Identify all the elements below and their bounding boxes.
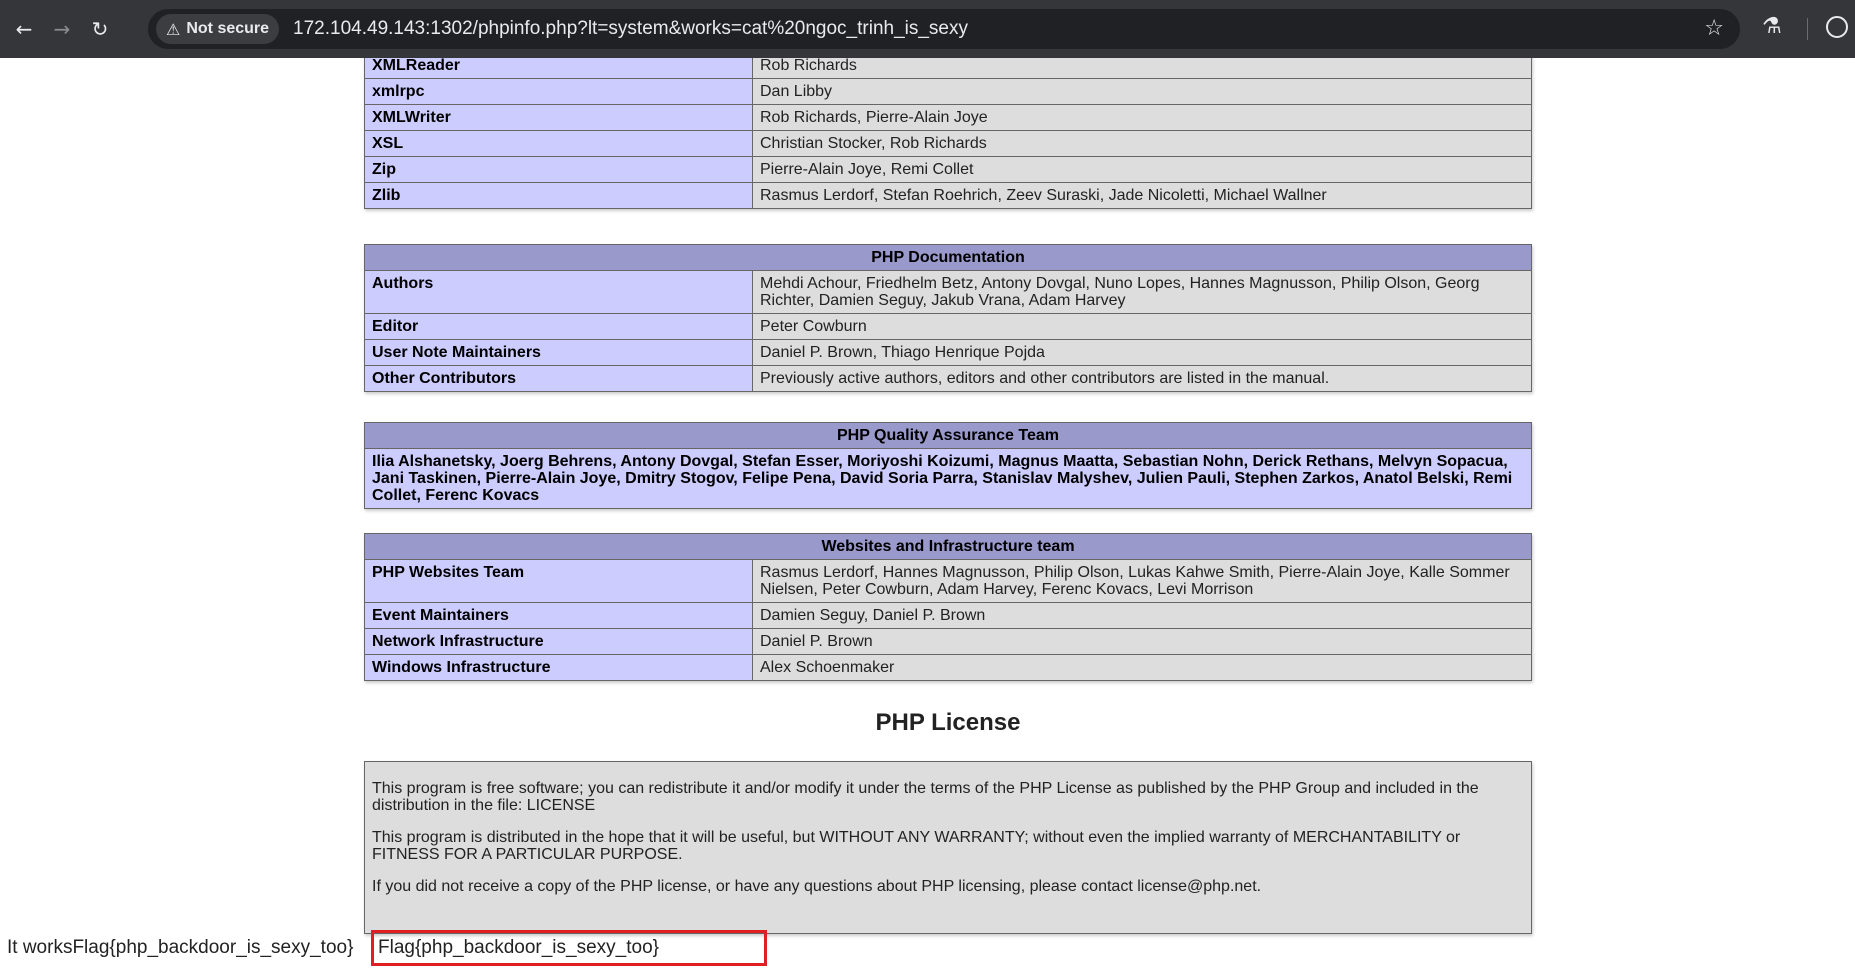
credit-value: Rob Richards	[752, 58, 1532, 79]
documentation-value: Mehdi Achour, Friedhelm Betz, Antony Dov…	[752, 270, 1532, 314]
credit-value: Christian Stocker, Rob Richards	[752, 130, 1532, 157]
websites-label: PHP Websites Team	[364, 559, 753, 603]
table-row: Zlib Rasmus Lerdorf, Stefan Roehrich, Zee…	[364, 182, 1532, 209]
license-title: PHP License	[875, 709, 1021, 736]
credit-label: Zlib	[364, 182, 753, 209]
documentation-label: Authors	[364, 270, 753, 314]
table-row: XSL Christian Stocker, Rob Richards	[364, 130, 1532, 157]
url-text[interactable]: 172.104.49.143:1302/phpinfo.php?lt=syste…	[293, 18, 968, 40]
credit-value: Dan Libby	[752, 78, 1532, 105]
credit-label: XMLReader	[364, 58, 753, 79]
qa-section: PHP Quality Assurance Team Ilia Alshanet…	[364, 422, 1532, 509]
table-row: XMLWriter Rob Richards, Pierre-Alain Joye	[364, 104, 1532, 131]
credit-value: Pierre-Alain Joye, Remi Collet	[752, 156, 1532, 183]
table-row: xmlrpc Dan Libby	[364, 78, 1532, 105]
browser-toolbar: ← → ↻ ⚠ Not secure 172.104.49.143:1302/p…	[0, 0, 1855, 58]
license-paragraph-3: If you did not receive a copy of the PHP…	[372, 878, 1262, 895]
websites-value: Damien Seguy, Daniel P. Brown	[752, 602, 1532, 629]
table-row: Editor Peter Cowburn	[364, 313, 1532, 340]
address-bar[interactable]: ⚠ Not secure 172.104.49.143:1302/phpinfo…	[148, 9, 1740, 49]
websites-label: Event Maintainers	[364, 602, 753, 629]
documentation-label: Editor	[364, 313, 753, 340]
forward-button[interactable]: →	[48, 15, 76, 43]
documentation-heading: PHP Documentation	[364, 244, 1532, 271]
documentation-value: Peter Cowburn	[752, 313, 1532, 340]
labs-flask-icon[interactable]: ⚗	[1762, 14, 1782, 39]
reload-icon: ↻	[91, 17, 109, 41]
documentation-section: PHP Documentation Authors Mehdi Achour, F…	[364, 244, 1532, 392]
qa-members: Ilia Alshanetsky, Joerg Behrens, Antony …	[364, 448, 1532, 509]
table-row: Windows Infrastructure Alex Schoenmaker	[364, 654, 1532, 681]
arrow-left-icon: ←	[15, 17, 33, 41]
websites-label: Windows Infrastructure	[364, 654, 753, 681]
documentation-table: PHP Documentation Authors Mehdi Achour, F…	[364, 244, 1532, 392]
profile-avatar-icon[interactable]	[1826, 16, 1848, 38]
table-row: Authors Mehdi Achour, Friedhelm Betz, Ant…	[364, 270, 1532, 314]
credit-label: xmlrpc	[364, 78, 753, 105]
table-row: Zip Pierre-Alain Joye, Remi Collet	[364, 156, 1532, 183]
credits-table-tail: XMLReader Rob Richards xmlrpc Dan Libby XMLW…	[364, 58, 1532, 209]
documentation-label: Other Contributors	[364, 365, 753, 392]
license-box: This program is free software; you can r…	[364, 761, 1532, 934]
credit-value: Rasmus Lerdorf, Stefan Roehrich, Zeev Su…	[752, 182, 1532, 209]
websites-value: Alex Schoenmaker	[752, 654, 1532, 681]
flag-highlight: Flag{php_backdoor_is_sexy_too}	[371, 930, 767, 966]
credits-table: XMLReader Rob Richards xmlrpc Dan Libby XMLW…	[364, 58, 1532, 209]
license-paragraph-2: This program is distributed in the hope …	[372, 829, 1461, 863]
arrow-right-icon: →	[53, 17, 71, 41]
qa-table: PHP Quality Assurance Team Ilia Alshanet…	[364, 422, 1532, 509]
documentation-value: Daniel P. Brown, Thiago Henrique Pojda	[752, 339, 1532, 366]
page-content: XMLReader Rob Richards xmlrpc Dan Libby XMLW…	[0, 58, 1855, 969]
reload-button[interactable]: ↻	[86, 15, 114, 43]
websites-label: Network Infrastructure	[364, 628, 753, 655]
warning-icon: ⚠	[166, 19, 181, 39]
websites-value: Daniel P. Brown	[752, 628, 1532, 655]
qa-heading: PHP Quality Assurance Team	[364, 422, 1532, 449]
credit-label: XSL	[364, 130, 753, 157]
table-row: Event Maintainers Damien Seguy, Daniel P.…	[364, 602, 1532, 629]
websites-heading: Websites and Infrastructure team	[364, 533, 1532, 560]
back-button[interactable]: ←	[10, 15, 38, 43]
credit-label: XMLWriter	[364, 104, 753, 131]
websites-table: Websites and Infrastructure team PHP Web…	[364, 533, 1532, 681]
table-row: Network Infrastructure Daniel P. Brown	[364, 628, 1532, 655]
command-output: It worksFlag{php_backdoor_is_sexy_too}	[7, 937, 354, 958]
table-row: User Note Maintainers Daniel P. Brown, Th…	[364, 339, 1532, 366]
security-label: Not secure	[186, 20, 270, 37]
table-row: Other Contributors Previously active auth…	[364, 365, 1532, 392]
credit-label: Zip	[364, 156, 753, 183]
documentation-label: User Note Maintainers	[364, 339, 753, 366]
security-indicator[interactable]: ⚠ Not secure	[156, 14, 280, 44]
license-paragraph-1: This program is free software; you can r…	[372, 780, 1479, 814]
documentation-value: Previously active authors, editors and o…	[752, 365, 1532, 392]
table-row: PHP Websites Team Rasmus Lerdorf, Hannes …	[364, 559, 1532, 603]
bookmark-star-icon[interactable]: ☆	[1704, 16, 1724, 41]
credit-value: Rob Richards, Pierre-Alain Joye	[752, 104, 1532, 131]
websites-value: Rasmus Lerdorf, Hannes Magnusson, Philip…	[752, 559, 1532, 603]
websites-section: Websites and Infrastructure team PHP Web…	[364, 533, 1532, 681]
table-row: XMLReader Rob Richards	[364, 58, 1532, 79]
toolbar-divider	[1807, 18, 1808, 40]
